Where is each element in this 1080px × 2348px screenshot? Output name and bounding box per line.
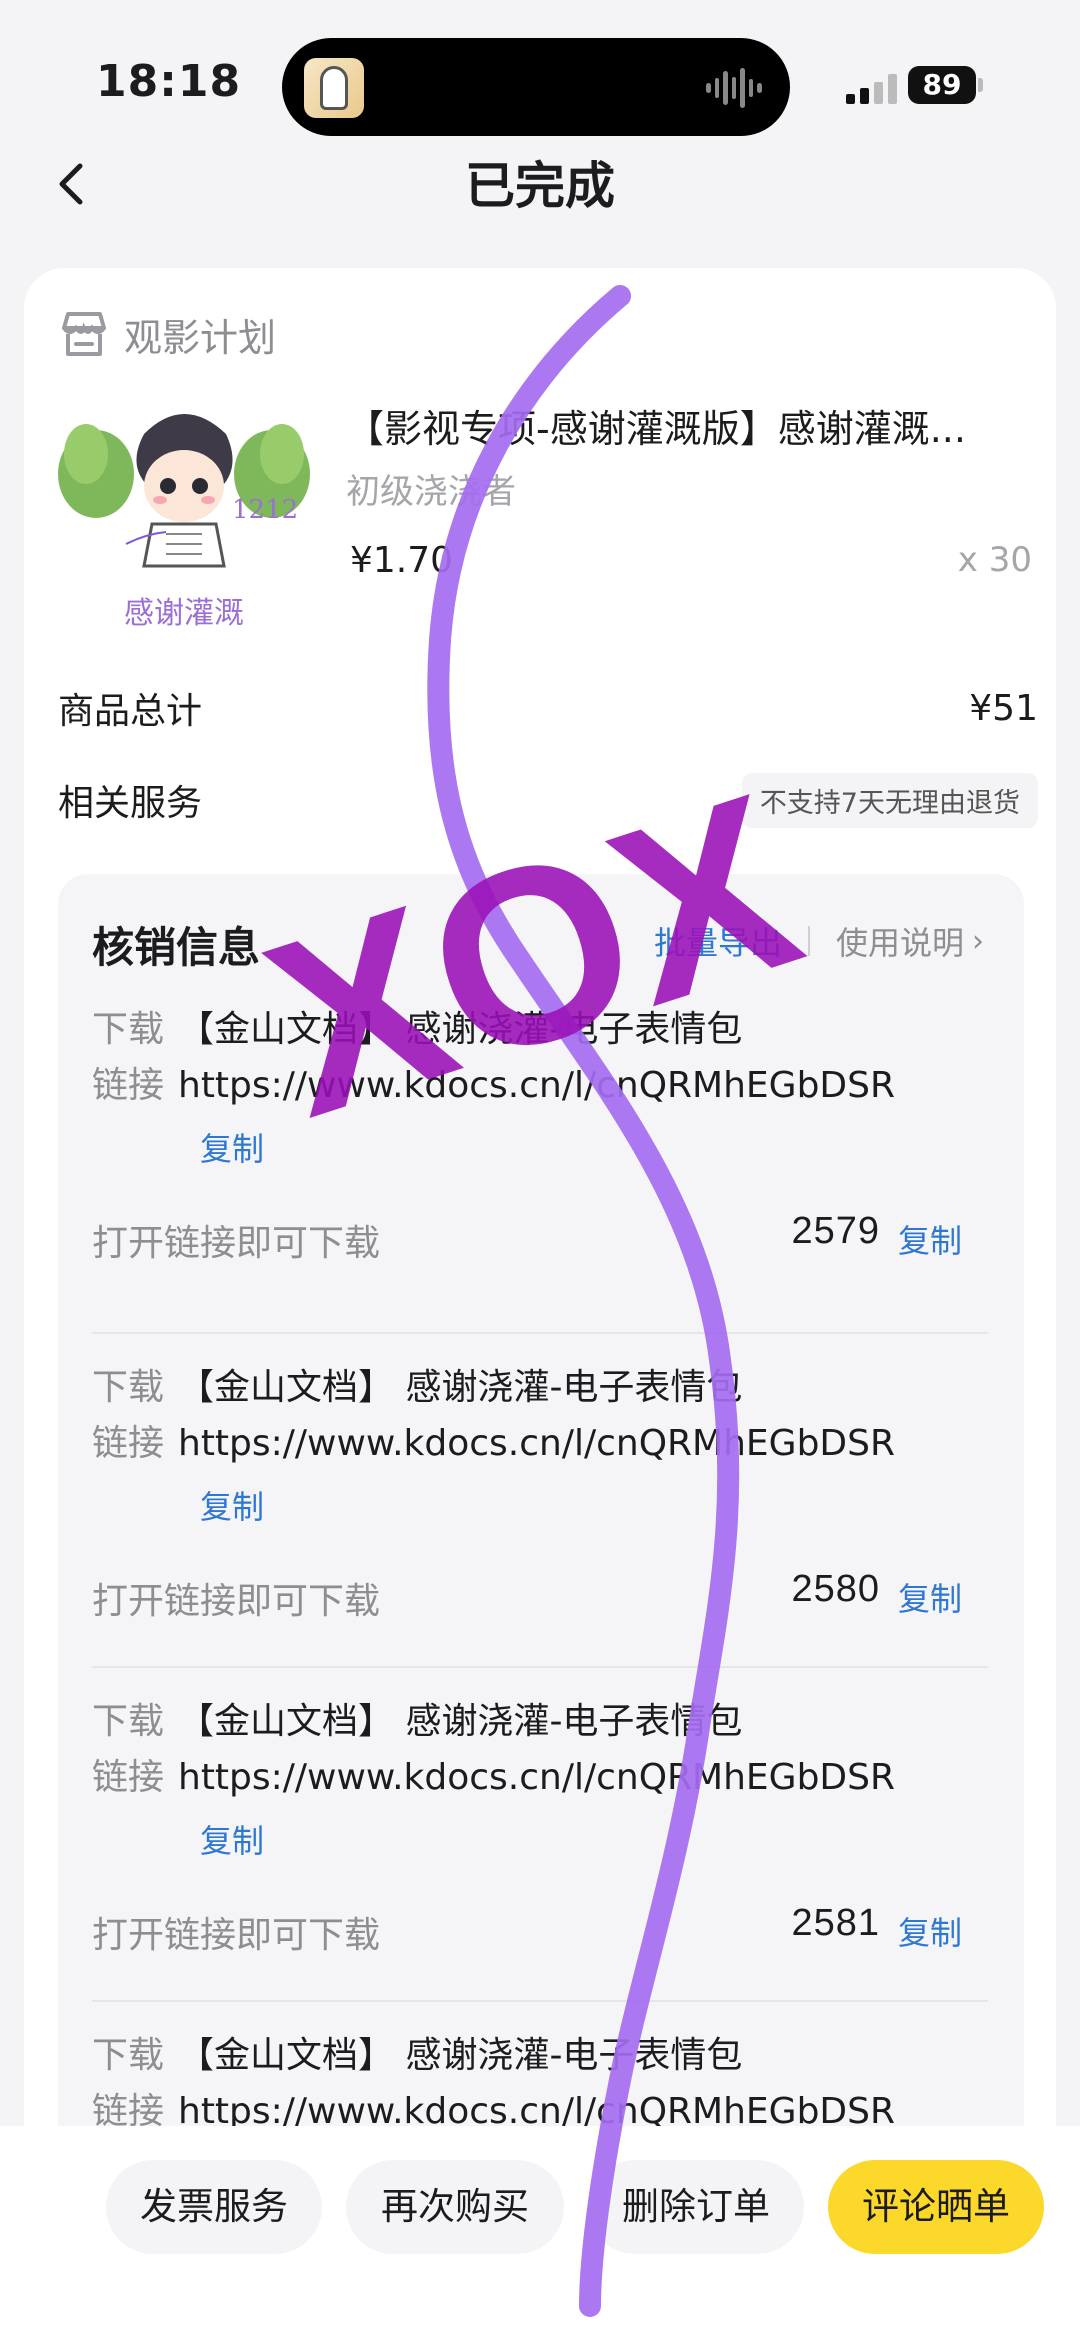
store-icon bbox=[62, 312, 106, 356]
divider bbox=[807, 926, 810, 956]
ticket-item: 下载 【金山文档】 感谢浇灌-电子表情包 链接 https://www.kdocs.… bbox=[92, 1332, 992, 1668]
status-bar: 18:18 89 bbox=[0, 0, 1080, 150]
verification-links: 批量导出 使用说明 › bbox=[654, 918, 984, 964]
ticket-divider bbox=[92, 2000, 988, 2002]
ticket-link-line: 链接 https://www.kdocs.cn/l/cnQRMhEGbDSR bbox=[92, 1748, 895, 1800]
now-playing-thumbnail bbox=[304, 58, 364, 118]
battery-indicator: 89 bbox=[908, 66, 976, 104]
product-title[interactable]: 【影视专项-感谢灌溉版】感谢灌溉... bbox=[346, 398, 1036, 453]
signature-scribble: 1212 bbox=[232, 495, 298, 525]
copy-code-button[interactable]: 复制 bbox=[898, 1574, 962, 1620]
ticket-code: 2581 bbox=[791, 1902, 880, 1944]
buy-again-button[interactable]: 再次购买 bbox=[346, 2160, 564, 2254]
usage-guide-link[interactable]: 使用说明 bbox=[836, 918, 964, 964]
ticket-link-label: 链接 bbox=[92, 1423, 165, 1464]
ticket-download-line: 下载 【金山文档】 感谢浇灌-电子表情包 bbox=[92, 2026, 742, 2078]
ticket-link-url[interactable]: https://www.kdocs.cn/l/cnQRMhEGbDSR bbox=[178, 1423, 895, 1464]
ticket-hint: 打开链接即可下载 bbox=[92, 1223, 381, 1264]
product-spec: 初级浇浇者 bbox=[346, 472, 516, 512]
signal-icon bbox=[846, 70, 906, 104]
audio-wave-icon bbox=[706, 68, 763, 108]
total-row: 商品总计 ¥51 bbox=[58, 678, 1038, 738]
ticket-download-label: 下载 bbox=[92, 1701, 165, 1742]
copy-code-button[interactable]: 复制 bbox=[898, 1216, 962, 1262]
product-quantity: x 30 bbox=[957, 540, 1032, 580]
ticket-download-label: 下载 bbox=[92, 1009, 165, 1050]
ticket-download-text: 【金山文档】 感谢浇灌-电子表情包 bbox=[178, 1701, 743, 1742]
verification-section: 核销信息 批量导出 使用说明 › 下载 【金山文档】 感谢浇灌-电子表情包 链接 h… bbox=[58, 874, 1024, 2174]
ticket-link-url[interactable]: https://www.kdocs.cn/l/cnQRMhEGbDSR bbox=[178, 1757, 895, 1798]
shop-row[interactable]: 观影计划 bbox=[58, 304, 276, 364]
copy-link-button[interactable]: 复制 bbox=[200, 1816, 264, 1862]
copy-link-button[interactable]: 复制 bbox=[200, 1124, 264, 1170]
ticket-download-label: 下载 bbox=[92, 1367, 165, 1408]
ticket-item: 下载 【金山文档】 感谢浇灌-电子表情包 链接 https://www.kdocs.… bbox=[92, 1666, 992, 2002]
ticket-link-label: 链接 bbox=[92, 1757, 165, 1798]
service-row: 相关服务 不支持7天无理由退货 bbox=[58, 770, 1038, 830]
product-price: ¥1.70 bbox=[350, 540, 454, 581]
product-image-caption: 感谢灌溉 bbox=[124, 596, 244, 631]
chevron-right-icon: › bbox=[972, 923, 984, 959]
ticket-hint: 打开链接即可下载 bbox=[92, 1915, 381, 1956]
ticket-download-text: 【金山文档】 感谢浇灌-电子表情包 bbox=[178, 1367, 743, 1408]
verification-title: 核销信息 bbox=[92, 923, 261, 972]
status-time: 18:18 bbox=[96, 56, 242, 107]
ticket-divider bbox=[92, 1666, 988, 1668]
batch-export-link[interactable]: 批量导出 bbox=[654, 918, 782, 964]
order-card: 观影计划 1212 感谢灌溉 【影视专项-感谢灌溉版】感谢灌溉... 初级浇浇者… bbox=[24, 268, 1056, 2174]
dynamic-island[interactable] bbox=[282, 38, 790, 136]
ticket-item: 下载 【金山文档】 感谢浇灌-电子表情包 链接 https://www.kdocs.… bbox=[92, 1000, 992, 1334]
ticket-link-url[interactable]: https://www.kdocs.cn/l/cnQRMhEGbDSR bbox=[178, 1065, 895, 1106]
ticket-code: 2579 bbox=[791, 1210, 880, 1252]
page-title: 已完成 bbox=[465, 157, 615, 215]
ticket-download-text: 【金山文档】 感谢浇灌-电子表情包 bbox=[178, 1009, 743, 1050]
ticket-download-line: 下载 【金山文档】 感谢浇灌-电子表情包 bbox=[92, 1000, 742, 1052]
ticket-download-text: 【金山文档】 感谢浇灌-电子表情包 bbox=[178, 2035, 743, 2076]
service-badge: 不支持7天无理由退货 bbox=[741, 772, 1038, 828]
bottom-action-bar: 发票服务 再次购买 删除订单 评论晒单 bbox=[0, 2126, 1080, 2348]
invoice-button[interactable]: 发票服务 bbox=[106, 2160, 322, 2254]
battery-nub bbox=[978, 78, 983, 92]
total-label: 商品总计 bbox=[58, 691, 203, 732]
ticket-link-line: 链接 https://www.kdocs.cn/l/cnQRMhEGbDSR bbox=[92, 1414, 895, 1466]
product-image[interactable]: 1212 感谢灌溉 bbox=[56, 394, 312, 650]
service-label: 相关服务 bbox=[58, 783, 203, 824]
ticket-code: 2580 bbox=[791, 1568, 880, 1610]
ticket-download-label: 下载 bbox=[92, 2035, 165, 2076]
copy-link-button[interactable]: 复制 bbox=[200, 1482, 264, 1528]
ticket-link-label: 链接 bbox=[92, 1065, 165, 1106]
ticket-hint: 打开链接即可下载 bbox=[92, 1581, 381, 1622]
ticket-link-line: 链接 https://www.kdocs.cn/l/cnQRMhEGbDSR bbox=[92, 1056, 895, 1108]
review-button[interactable]: 评论晒单 bbox=[828, 2160, 1044, 2254]
ticket-download-line: 下载 【金山文档】 感谢浇灌-电子表情包 bbox=[92, 1358, 742, 1410]
ticket-download-line: 下载 【金山文档】 感谢浇灌-电子表情包 bbox=[92, 1692, 742, 1744]
copy-code-button[interactable]: 复制 bbox=[898, 1908, 962, 1954]
delete-order-button[interactable]: 删除订单 bbox=[588, 2160, 804, 2254]
total-value: ¥51 bbox=[969, 687, 1038, 729]
ticket-divider bbox=[92, 1332, 988, 1334]
shop-name: 观影计划 bbox=[124, 315, 277, 360]
